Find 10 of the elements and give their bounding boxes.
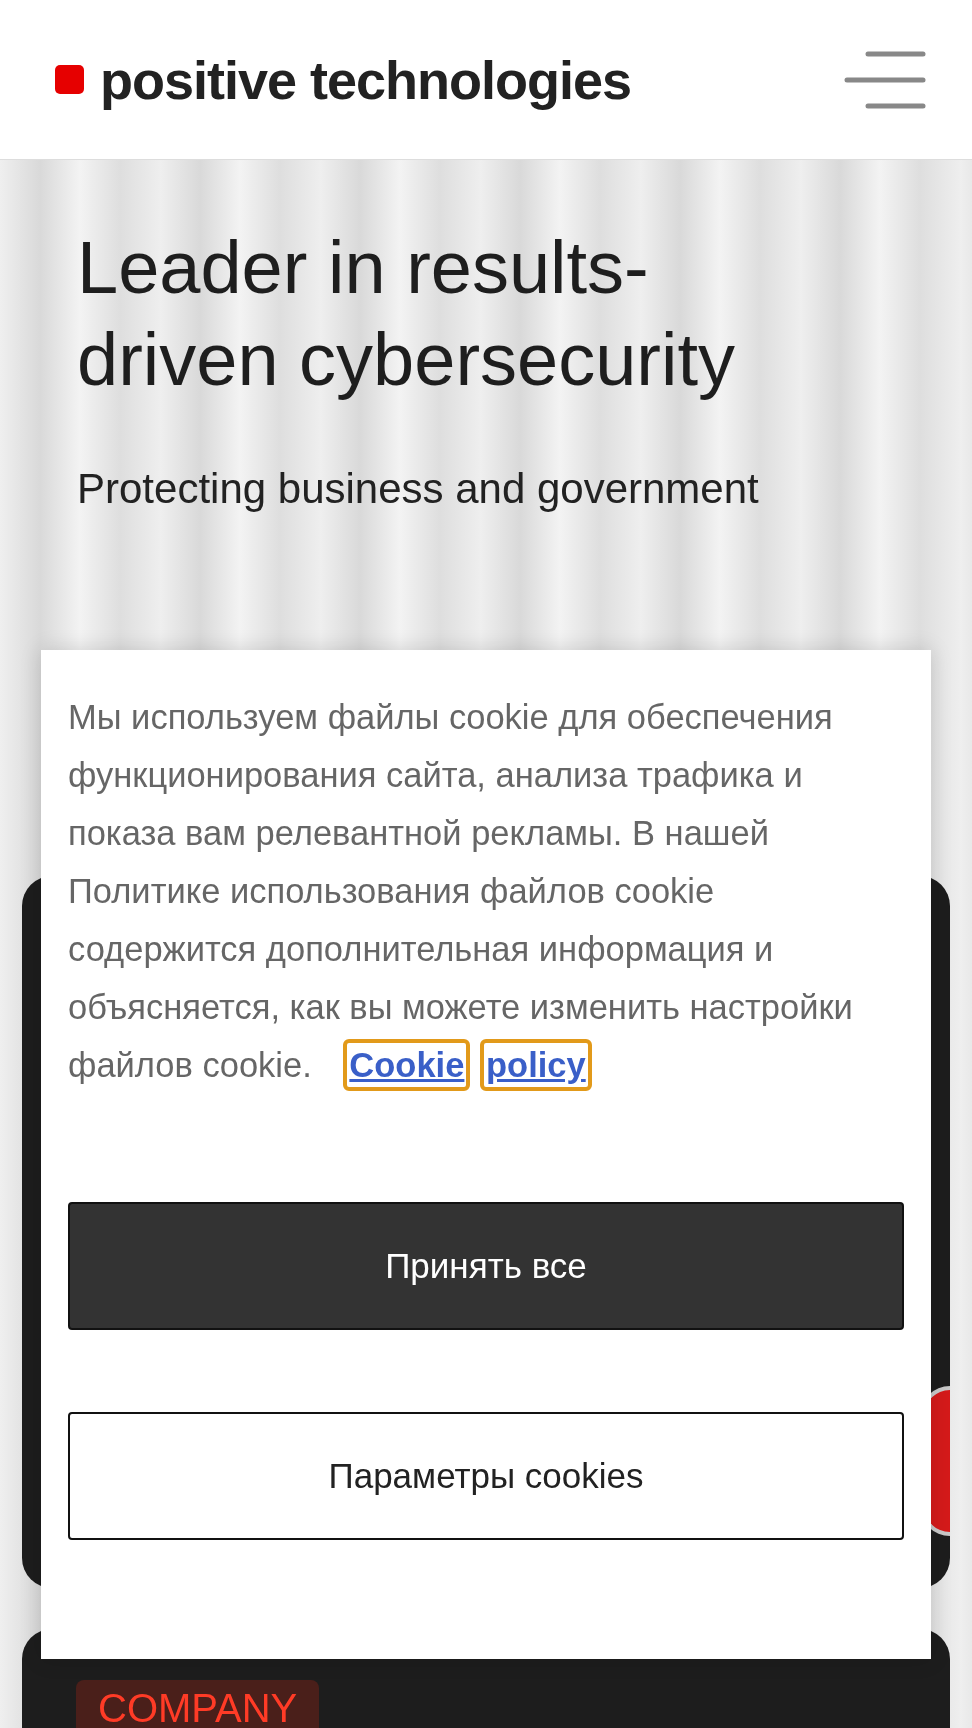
cookie-text: Мы используем файлы cookie для обеспечения функционирования сайта, анализа трафика и показа вам релевантной рекламы. В нашей Политике использования файлов cookie содержится дополнительная информация и объясняется, как вы можете изменить настройки файлов cookie. Cookie policy: [68, 688, 904, 1094]
cookie-policy-link[interactable]: Cookie: [343, 1039, 471, 1091]
hero-paragraph: Protecting business and government: [77, 464, 760, 514]
company-tag: COMPANY: [76, 1680, 320, 1728]
logo-mark-icon: [55, 65, 84, 94]
menu-icon[interactable]: [844, 50, 926, 109]
cookie-settings-button[interactable]: Параметры cookies: [68, 1412, 904, 1540]
hero-heading: Leader in results-driven cybersecurity: [77, 225, 736, 403]
accept-all-button[interactable]: Принять все: [68, 1202, 904, 1330]
cookie-policy-link[interactable]: policy: [480, 1039, 592, 1091]
